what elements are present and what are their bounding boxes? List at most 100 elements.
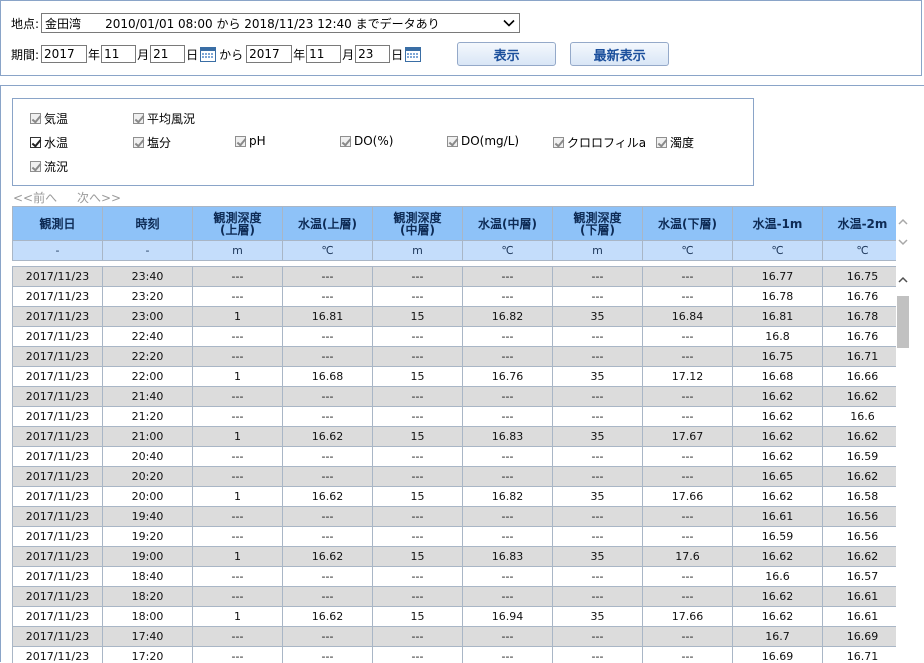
table-cell: 18:40 [103,567,193,587]
table-cell: --- [283,567,373,587]
table-cell: --- [283,647,373,663]
unit-cell: m [373,241,463,261]
unit-cell: ℃ [823,241,897,261]
checkbox-salinity[interactable]: 塩分 [133,134,171,151]
checkbox-air-temp[interactable]: 気温 [30,110,68,127]
column-header[interactable]: 観測深度 (中層) [373,207,463,241]
checkbox-do-mgl[interactable]: DO(mg/L) [447,134,519,148]
chevron-up-icon[interactable] [896,215,910,229]
checkbox-ph[interactable]: pH [235,134,266,148]
table-row: 2017/11/2319:00116.621516.833517.616.621… [13,547,897,567]
checkbox-water-temp[interactable]: 水温 [30,134,68,151]
table-cell: 23:00 [103,307,193,327]
table-cell: --- [643,387,733,407]
end-year-input[interactable]: 2017 [246,45,292,63]
chevron-down-icon[interactable] [896,235,910,249]
column-header[interactable]: 水温-2m [823,207,897,241]
data-table: 観測日 時刻 観測深度 (上層) 水温(上層) 観測深度 (中層) 水温(中層)… [12,206,896,663]
checkbox-chlorophyll[interactable]: クロロフィルa [553,134,646,151]
column-header[interactable]: 水温(中層) [463,207,553,241]
start-day-input[interactable]: 21 [150,45,185,63]
chevron-up-icon[interactable] [896,273,910,287]
table-row: 2017/11/2322:00116.681516.763517.1216.68… [13,367,897,387]
checkbox-current[interactable]: 流況 [30,158,68,175]
table-cell: 18:20 [103,587,193,607]
location-select[interactable]: 金田湾 2010/01/01 08:00 から 2018/11/23 12:40… [41,13,520,33]
column-header[interactable]: 水温(下層) [643,207,733,241]
table-cell: 17.66 [643,607,733,627]
table-cell: 16.62 [733,587,823,607]
table-cell: 19:00 [103,547,193,567]
checkbox-label: クロロフィルa [567,134,646,151]
end-day-input[interactable]: 23 [355,45,390,63]
checkbox-turbidity[interactable]: 濁度 [656,134,694,151]
table-cell: 18:00 [103,607,193,627]
table-cell: 16.71 [823,347,897,367]
table-row: 2017/11/2323:20------------------16.7816… [13,287,897,307]
table-cell: --- [553,627,643,647]
table-cell: 16.82 [463,487,553,507]
table-cell: --- [193,647,283,663]
column-header[interactable]: 水温(上層) [283,207,373,241]
table-cell: 16.6 [823,407,897,427]
table-cell: 16.62 [823,387,897,407]
calendar-icon[interactable] [405,46,421,62]
table-cell: 16.75 [823,267,897,287]
period-row: 期間: 2017 年 11 月 21 日 から 2017 年 11 月 23 日… [11,42,669,66]
table-cell: 2017/11/23 [13,607,103,627]
table-cell: 35 [553,427,643,447]
table-cell: 17.67 [643,427,733,447]
table-cell: 16.62 [733,547,823,567]
show-button[interactable]: 表示 [457,42,556,66]
location-range: 2010/01/01 08:00 から 2018/11/23 12:40 までデ… [105,15,440,32]
checkbox-label: 気温 [44,110,68,127]
table-cell: 16.83 [463,427,553,447]
table-cell: 15 [373,427,463,447]
table-cell: 35 [553,367,643,387]
next-page-link[interactable]: 次へ>> [77,191,121,205]
start-month-input[interactable]: 11 [101,45,136,63]
checkbox-do-percent[interactable]: DO(%) [340,134,393,148]
table-cell: --- [643,627,733,647]
end-month-input[interactable]: 11 [306,45,341,63]
column-header[interactable]: 観測深度 (上層) [193,207,283,241]
table-cell: --- [553,327,643,347]
table-cell: --- [463,407,553,427]
column-header[interactable]: 水温-1m [733,207,823,241]
checkbox-avg-wind[interactable]: 平均風況 [133,110,195,127]
column-header[interactable]: 時刻 [103,207,193,241]
table-cell: --- [643,507,733,527]
table-cell: --- [283,467,373,487]
table-cell: 17:20 [103,647,193,663]
scrollbar-thumb[interactable] [897,296,909,348]
table-cell: --- [463,647,553,663]
table-cell: 16.62 [733,407,823,427]
unit-cell: ℃ [463,241,553,261]
column-header[interactable]: 観測日 [13,207,103,241]
table-cell: 1 [193,307,283,327]
latest-show-button[interactable]: 最新表示 [570,42,669,66]
table-cell: 1 [193,427,283,447]
column-header[interactable]: 観測深度 (下層) [553,207,643,241]
table-cell: --- [193,627,283,647]
table-cell: 2017/11/23 [13,647,103,663]
table-cell: --- [553,407,643,427]
table-row: 2017/11/2318:40------------------16.616.… [13,567,897,587]
table-cell: 1 [193,487,283,507]
start-year-input[interactable]: 2017 [41,45,87,63]
calendar-icon[interactable] [200,46,216,62]
table-cell: --- [553,287,643,307]
table-row: 2017/11/2321:20------------------16.6216… [13,407,897,427]
prev-page-link[interactable]: <<前へ [13,191,57,205]
table-cell: 2017/11/23 [13,547,103,567]
table-cell: 16.84 [643,307,733,327]
table-cell: 16.69 [733,647,823,663]
table-cell: 16.62 [283,427,373,447]
table-scrollbar[interactable] [896,270,910,662]
table-cell: --- [553,647,643,663]
table-cell: --- [373,587,463,607]
table-cell: --- [373,387,463,407]
table-cell: --- [193,567,283,587]
table-cell: 21:00 [103,427,193,447]
table-row: 2017/11/2320:40------------------16.6216… [13,447,897,467]
